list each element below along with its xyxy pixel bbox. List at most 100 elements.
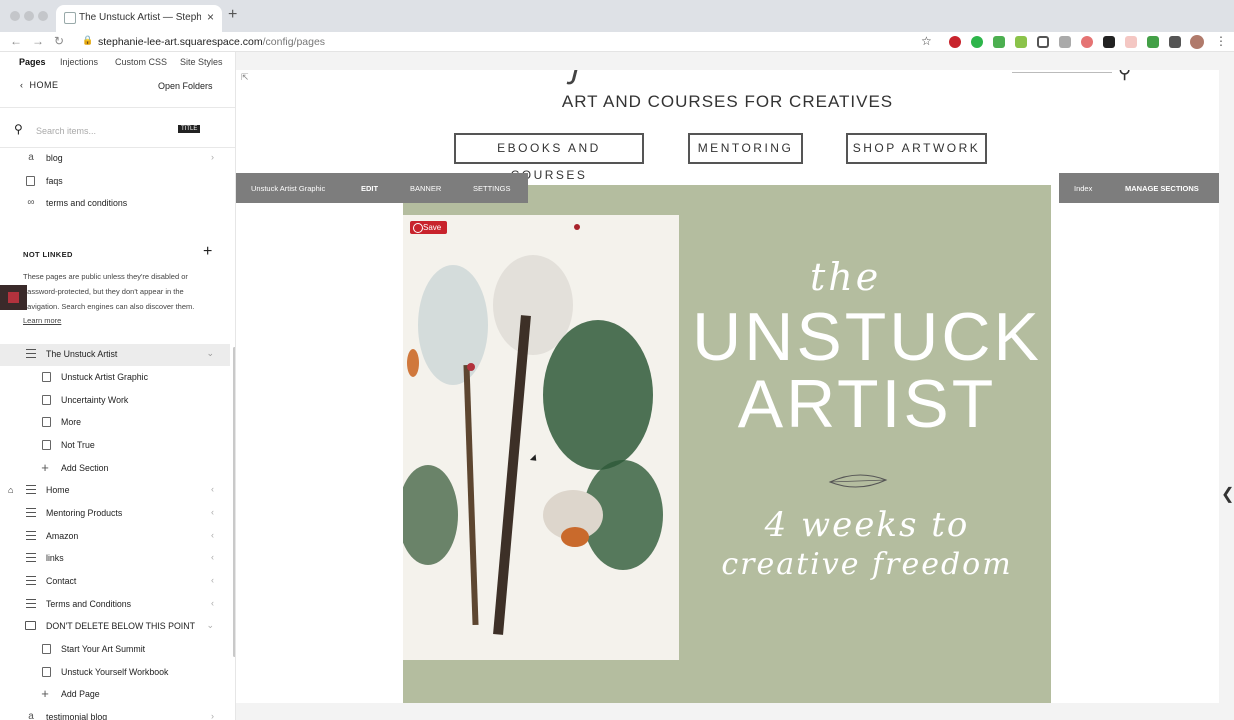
floating-red-widget[interactable]: [0, 285, 27, 310]
collapse-arrow-icon[interactable]: ⇱: [241, 72, 249, 83]
site-search-field[interactable]: [1012, 72, 1112, 73]
page-item-start-your-art-summit[interactable]: Start Your Art Summit: [0, 639, 230, 661]
chevron-left-icon[interactable]: ‹: [211, 530, 214, 540]
page-item-mentoring-products[interactable]: Mentoring Products ‹: [0, 503, 230, 525]
open-folders-button[interactable]: Open Folders: [158, 81, 213, 91]
add-page-button[interactable]: + Add Page: [0, 684, 230, 706]
paint-palette-illustration: [403, 215, 679, 660]
new-tab-button[interactable]: +: [228, 6, 237, 24]
page-item-home[interactable]: ⌂ Home ‹: [0, 480, 230, 502]
tab-injections[interactable]: Injections: [60, 57, 98, 67]
page-icon: [42, 372, 51, 382]
chevron-right-icon[interactable]: ›: [211, 711, 214, 720]
index-collection-icon: [26, 576, 36, 585]
pocket-extension-icon[interactable]: [1037, 36, 1049, 48]
manage-sections-button[interactable]: MANAGE SECTIONS: [1125, 184, 1199, 193]
lock-icon: 🔒: [82, 35, 94, 45]
leaf-sketch-icon: [828, 474, 888, 488]
settings-button[interactable]: SETTINGS: [473, 184, 511, 193]
page-item-blog[interactable]: a blog ›: [0, 148, 230, 170]
red-extension-icon[interactable]: [1081, 36, 1093, 48]
chevron-left-icon[interactable]: ❮: [1221, 484, 1234, 504]
close-window-button[interactable]: [10, 11, 20, 21]
page-item-contact[interactable]: Contact ‹: [0, 571, 230, 593]
site-preview-frame: ⇱ ꭍ ⚲ ART AND COURSES FOR CREATIVES EBOO…: [236, 70, 1219, 703]
pinterest-extension-icon[interactable]: [949, 36, 961, 48]
nav-shop-artwork[interactable]: SHOP ARTWORK: [846, 133, 987, 164]
menu-kebab-icon[interactable]: ⋮: [1215, 34, 1227, 48]
banner-image[interactable]: Save the UNSTUCK ARTIST 4 weeks to creat…: [403, 185, 1051, 703]
blog-icon: a: [28, 152, 34, 163]
browser-tab[interactable]: The Unstuck Artist — Stephanie Lee ×: [56, 5, 222, 32]
chevron-left-icon[interactable]: ‹: [211, 598, 214, 608]
page-item-testimonial-blog[interactable]: a testimonial blog ›: [0, 707, 230, 720]
search-icon: ⚲: [14, 122, 23, 136]
chevron-right-icon[interactable]: ›: [211, 152, 214, 162]
section-item-uncertainty[interactable]: Uncertainty Work: [0, 390, 230, 412]
chevron-left-icon[interactable]: ‹: [211, 507, 214, 517]
search-title-badge[interactable]: TITLE: [178, 125, 201, 133]
chevron-left-icon[interactable]: ‹: [211, 552, 214, 562]
page-item-unstuck-artist[interactable]: The Unstuck Artist ⌄: [0, 344, 230, 366]
calendar-extension-icon[interactable]: [1125, 36, 1137, 48]
index-collection-icon: [26, 508, 36, 517]
page-item-unstuck-workbook[interactable]: Unstuck Yourself Workbook: [0, 662, 230, 684]
page-item-terms-and-conditions[interactable]: Terms and Conditions ‹: [0, 594, 230, 616]
back-icon[interactable]: ←: [10, 34, 22, 48]
chevron-left-icon[interactable]: ‹: [211, 575, 214, 585]
green-extension-icon[interactable]: [993, 36, 1005, 48]
home-back-link[interactable]: ‹ HOME: [20, 80, 59, 90]
section-item-graphic[interactable]: Unstuck Artist Graphic: [0, 367, 230, 389]
index-collection-icon: [26, 485, 36, 494]
close-tab-icon[interactable]: ×: [207, 10, 214, 24]
banner-subtitle-line2: creative freedom: [721, 547, 1013, 582]
add-section-button[interactable]: + Add Section: [0, 458, 230, 480]
page-item-links[interactable]: links ‹: [0, 548, 230, 570]
edit-button[interactable]: EDIT: [361, 184, 378, 193]
address-bar[interactable]: 🔒 stephanie-lee-art.squarespace.com/conf…: [78, 33, 938, 51]
not-linked-heading: NOT LINKED: [23, 250, 73, 259]
tab-custom-css[interactable]: Custom CSS: [115, 57, 167, 67]
maximize-window-button[interactable]: [38, 11, 48, 21]
chevron-down-icon[interactable]: ⌄: [206, 348, 214, 359]
pinterest-save-button[interactable]: Save: [410, 221, 447, 234]
profile-avatar[interactable]: [1190, 35, 1204, 49]
page-item-amazon[interactable]: Amazon ‹: [0, 526, 230, 548]
favicon-icon: [64, 12, 76, 24]
tab-site-styles[interactable]: Site Styles: [180, 57, 223, 67]
chevron-left-icon[interactable]: ‹: [211, 484, 214, 494]
browser-toolbar: ← → ↻ 🔒 stephanie-lee-art.squarespace.co…: [0, 32, 1234, 52]
puzzle-extensions-icon[interactable]: [1169, 36, 1181, 48]
section-name-label: Unstuck Artist Graphic: [251, 184, 326, 193]
camera-extension-icon[interactable]: [1059, 36, 1071, 48]
pages-panel: Pages Injections Custom CSS Site Styles …: [0, 52, 236, 720]
add-page-plus-icon[interactable]: +: [203, 243, 212, 261]
reload-icon[interactable]: ↻: [54, 34, 64, 48]
banner-button[interactable]: BANNER: [410, 184, 441, 193]
nav-ebooks-and-courses[interactable]: EBOOKS AND COURSES: [454, 133, 644, 182]
b-extension-icon[interactable]: [1103, 36, 1115, 48]
index-label: Index: [1074, 184, 1093, 193]
nav-mentoring[interactable]: MENTORING: [688, 133, 803, 164]
site-logo-fragment: ꭍ: [566, 70, 579, 93]
forward-icon[interactable]: →: [32, 34, 44, 48]
download-extension-icon[interactable]: [1015, 36, 1027, 48]
minimize-window-button[interactable]: [24, 11, 34, 21]
section-item-not-true[interactable]: Not True: [0, 435, 230, 457]
tab-pages[interactable]: Pages: [19, 57, 46, 67]
chevron-down-icon[interactable]: ⌄: [206, 620, 214, 631]
section-item-more[interactable]: More: [0, 412, 230, 434]
folder-item-dont-delete[interactable]: DON'T DELETE BELOW THIS POINT ⌄: [0, 616, 230, 638]
page-item-faqs[interactable]: faqs: [0, 171, 230, 193]
learn-more-link[interactable]: Learn more: [23, 316, 61, 325]
site-search-icon[interactable]: ⚲: [1118, 70, 1131, 83]
bookmark-star-icon[interactable]: ☆: [921, 34, 932, 48]
evernote-extension-icon[interactable]: [971, 36, 983, 48]
index-collection-icon: [26, 349, 36, 358]
tab-title: The Unstuck Artist — Stephanie Lee: [79, 12, 201, 23]
plus-icon: +: [41, 460, 49, 475]
browser-tabbar: The Unstuck Artist — Stephanie Lee × +: [0, 0, 1234, 32]
page-item-terms-link[interactable]: ∞ terms and conditions: [0, 193, 230, 215]
search-input[interactable]: [36, 123, 166, 138]
grid-extension-icon[interactable]: [1147, 36, 1159, 48]
